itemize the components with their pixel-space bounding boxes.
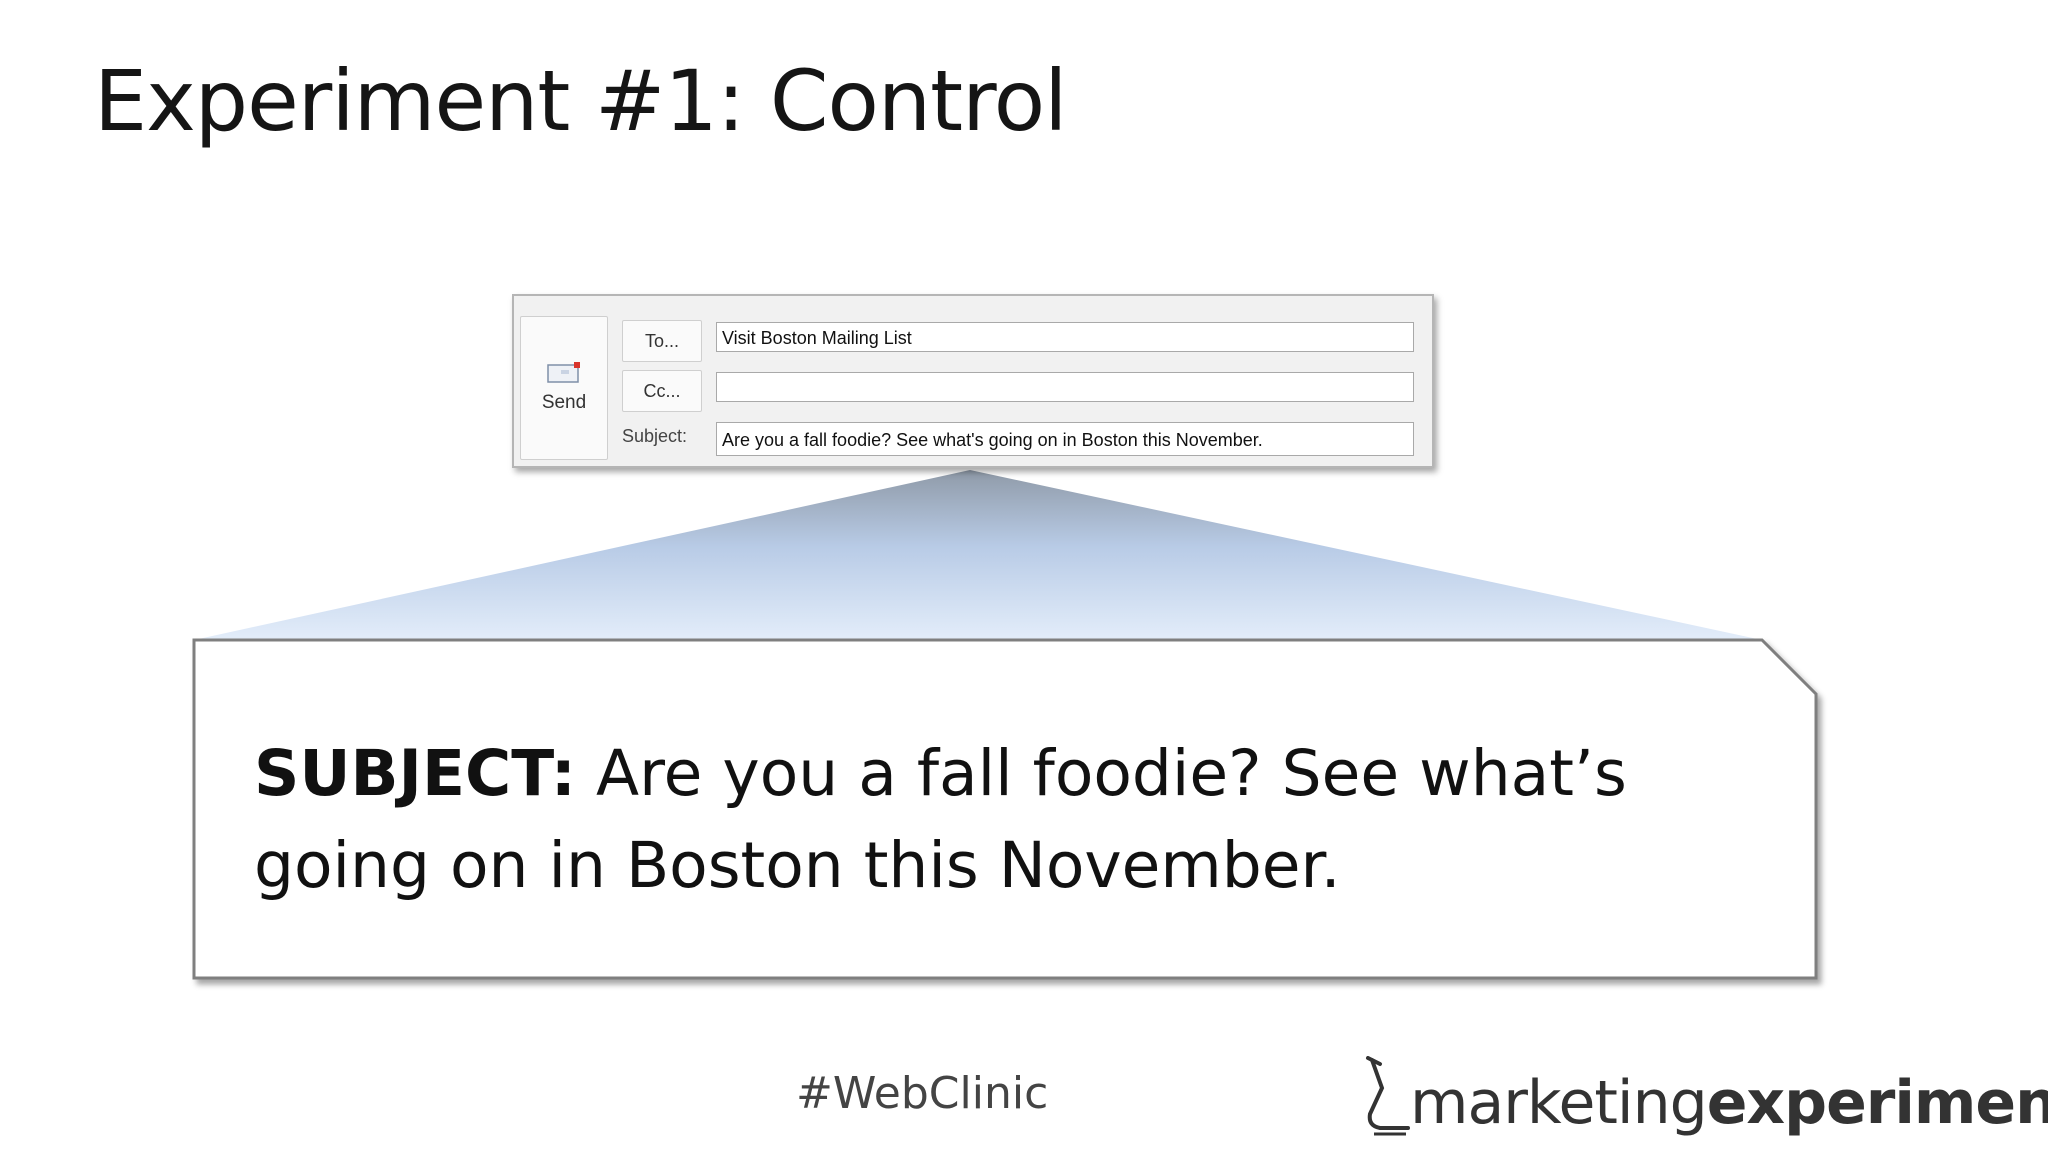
to-button[interactable]: To... — [622, 320, 702, 362]
subject-field[interactable]: Are you a fall foodie? See what's going … — [716, 422, 1414, 456]
to-button-label: To... — [644, 330, 679, 351]
cc-button[interactable]: Cc... — [622, 370, 702, 412]
hashtag-label: #WebClinic — [796, 1068, 1049, 1119]
callout-subject-prefix: SUBJECT: — [254, 737, 576, 810]
email-compose-header: Send To... Cc... Subject: Visit Boston M… — [512, 294, 1434, 468]
marketing-experiments-logo: marketingexperiments — [1360, 1038, 2048, 1138]
callout-wedge — [194, 470, 1762, 640]
send-button[interactable]: Send — [520, 316, 608, 460]
logo-text-experiments: experiments — [1706, 1068, 2048, 1138]
subject-label: Subject: — [622, 426, 688, 446]
to-field[interactable]: Visit Boston Mailing List — [716, 322, 1414, 352]
logo-text-marketing: marketing — [1410, 1068, 1708, 1138]
callout-graphic — [192, 470, 1818, 980]
envelope-icon — [547, 362, 580, 383]
callout-subject-text: SUBJECT: Are you a fall foodie? See what… — [254, 728, 1634, 912]
cc-field[interactable] — [716, 372, 1414, 402]
test-tube-icon — [1366, 1056, 1410, 1136]
send-label: Send — [541, 392, 587, 413]
cc-button-label: Cc... — [643, 380, 681, 401]
